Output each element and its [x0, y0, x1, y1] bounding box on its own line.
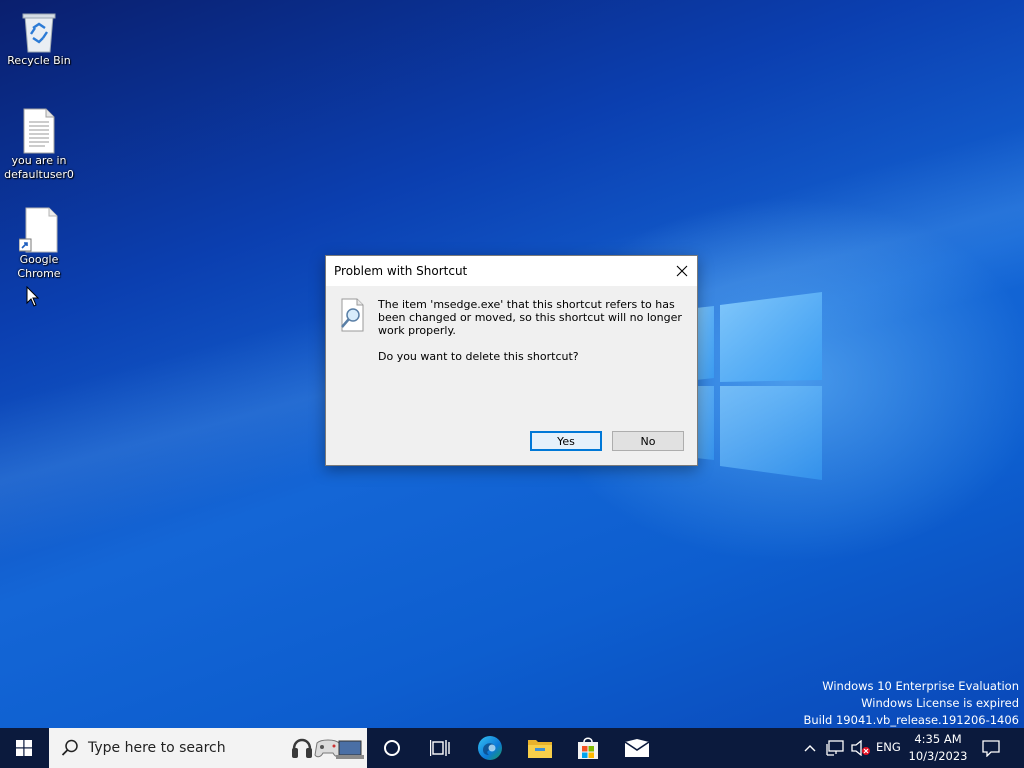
- task-view-icon: [430, 740, 450, 756]
- dialog-message: The item 'msedge.exe' that this shortcut…: [378, 298, 690, 376]
- search-icon: [61, 739, 78, 756]
- action-center-button[interactable]: [976, 728, 1006, 768]
- clock-time: 4:35 AM: [914, 732, 962, 746]
- taskbar: Type here to search ENG 4:35 AM 10/3/202…: [0, 728, 1024, 768]
- taskbar-clock[interactable]: 4:35 AM 10/3/2023: [906, 731, 970, 765]
- desktop-icon-label-line1: you are in: [11, 154, 67, 167]
- taskbar-edge-button[interactable]: [468, 728, 512, 768]
- windows-start-icon: [16, 740, 32, 756]
- close-icon: [676, 265, 688, 277]
- chevron-up-icon: [804, 745, 816, 752]
- watermark-license: Windows License is expired: [861, 696, 1019, 710]
- wallpaper-windows-logo: [696, 292, 822, 480]
- dialog-title: Problem with Shortcut: [334, 264, 468, 278]
- show-hidden-icons-button[interactable]: [800, 728, 820, 768]
- dialog-message-text: The item 'msedge.exe' that this shortcut…: [378, 298, 682, 337]
- microsoft-store-bag-icon: [578, 737, 598, 759]
- task-view-button[interactable]: [420, 728, 460, 768]
- start-button[interactable]: [0, 728, 48, 768]
- watermark-build: Build 19041.vb_release.191206-1406: [803, 713, 1019, 727]
- problem-with-shortcut-dialog: Problem with Shortcut The item 'msedge.e…: [325, 255, 698, 466]
- watermark-edition: Windows 10 Enterprise Evaluation: [822, 679, 1019, 693]
- edge-browser-icon: [478, 736, 502, 760]
- activation-watermark: Windows 10 Enterprise Evaluation Windows…: [803, 678, 1019, 728]
- volume-button[interactable]: [849, 728, 873, 768]
- mail-envelope-icon: [624, 739, 650, 757]
- dialog-body: The item 'msedge.exe' that this shortcut…: [326, 286, 697, 465]
- input-language-indicator[interactable]: ENG: [876, 740, 901, 754]
- taskbar-mail-button[interactable]: [614, 728, 660, 768]
- yes-button[interactable]: Yes: [530, 431, 602, 451]
- file-explorer-folder-icon: [528, 740, 552, 758]
- notification-icon: [982, 740, 1000, 757]
- cortana-button[interactable]: [372, 728, 412, 768]
- search-document-icon: [341, 298, 364, 332]
- blank-shortcut-icon: [18, 207, 59, 253]
- desktop-icon-google-chrome[interactable]: Google Chrome: [1, 207, 77, 281]
- desktop: Recycle Bin you are in defaultuser0 Goog…: [0, 0, 1024, 728]
- search-placeholder: Type here to search: [88, 740, 226, 756]
- network-wired-icon: [826, 740, 844, 756]
- dialog-close-button[interactable]: [667, 256, 697, 286]
- dialog-question-text: Do you want to delete this shortcut?: [378, 350, 579, 363]
- desktop-icon-label-line1: Google: [19, 253, 59, 266]
- taskbar-file-explorer-button[interactable]: [518, 728, 562, 768]
- clock-date: 10/3/2023: [908, 749, 968, 763]
- taskbar-store-button[interactable]: [566, 728, 610, 768]
- desktop-icon-label-line2: Chrome: [17, 267, 61, 280]
- no-button[interactable]: No: [612, 431, 684, 451]
- network-button[interactable]: [823, 728, 847, 768]
- cortana-circle-icon: [384, 740, 400, 756]
- desktop-icon-label: Recycle Bin: [7, 54, 71, 67]
- text-document-icon: [19, 108, 59, 154]
- recycle-bin-icon: [19, 8, 59, 53]
- desktop-icon-text-file[interactable]: you are in defaultuser0: [1, 108, 77, 182]
- search-highlight-illustration-icon: [292, 738, 364, 759]
- volume-muted-icon: [851, 740, 870, 756]
- dialog-title-bar[interactable]: Problem with Shortcut: [326, 256, 697, 286]
- desktop-icon-recycle-bin[interactable]: Recycle Bin: [1, 8, 77, 68]
- mouse-cursor-icon: [26, 286, 40, 307]
- desktop-icon-label-line2: defaultuser0: [4, 168, 74, 181]
- taskbar-search-box[interactable]: Type here to search: [49, 728, 367, 768]
